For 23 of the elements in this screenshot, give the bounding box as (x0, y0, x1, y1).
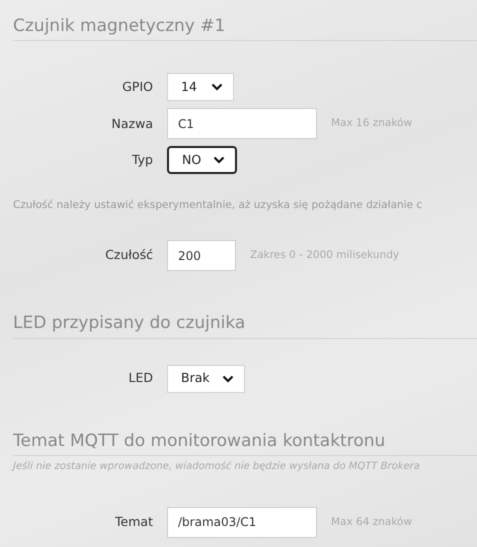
section-subtitle: Jeśli nie zostanie wprowadzone, wiadomość nie będzie wysłana do MQTT Brokera (13, 460, 421, 474)
hint-text: Max 16 znaków (331, 116, 412, 132)
input-field[interactable]: /brama03/C1 (167, 506, 317, 538)
field-label: Typ (130, 151, 153, 170)
chevron-down-icon (222, 374, 234, 383)
select-field[interactable]: Brak (167, 364, 245, 393)
input-field[interactable]: 200 (167, 240, 236, 272)
section-heading: Czujnik magnetyczny #1 (13, 16, 477, 42)
hint-text: Zakres 0 - 2000 milisekundy (250, 248, 400, 263)
chevron-down-icon (211, 83, 223, 92)
field-label: Czułość (104, 246, 153, 264)
chevron-down-icon (213, 156, 226, 164)
select-field[interactable]: NO (167, 146, 238, 174)
field-label: GPIO (121, 78, 153, 96)
field-label: Temat (114, 513, 153, 532)
hint-text: Max 64 znaków (331, 514, 412, 530)
select-field[interactable]: 14 (167, 73, 234, 102)
section-heading: LED przypisany do czujnika (13, 313, 477, 339)
section-heading: Temat MQTT do monitorowania kontaktronu (13, 430, 477, 456)
hint-text: Czułość należy ustawić eksperymentalnie, aż uzyska się pożądane działanie c (13, 198, 424, 214)
input-field[interactable]: C1 (167, 108, 317, 140)
field-label: Nazwa (110, 114, 153, 133)
field-label: LED (128, 369, 153, 388)
